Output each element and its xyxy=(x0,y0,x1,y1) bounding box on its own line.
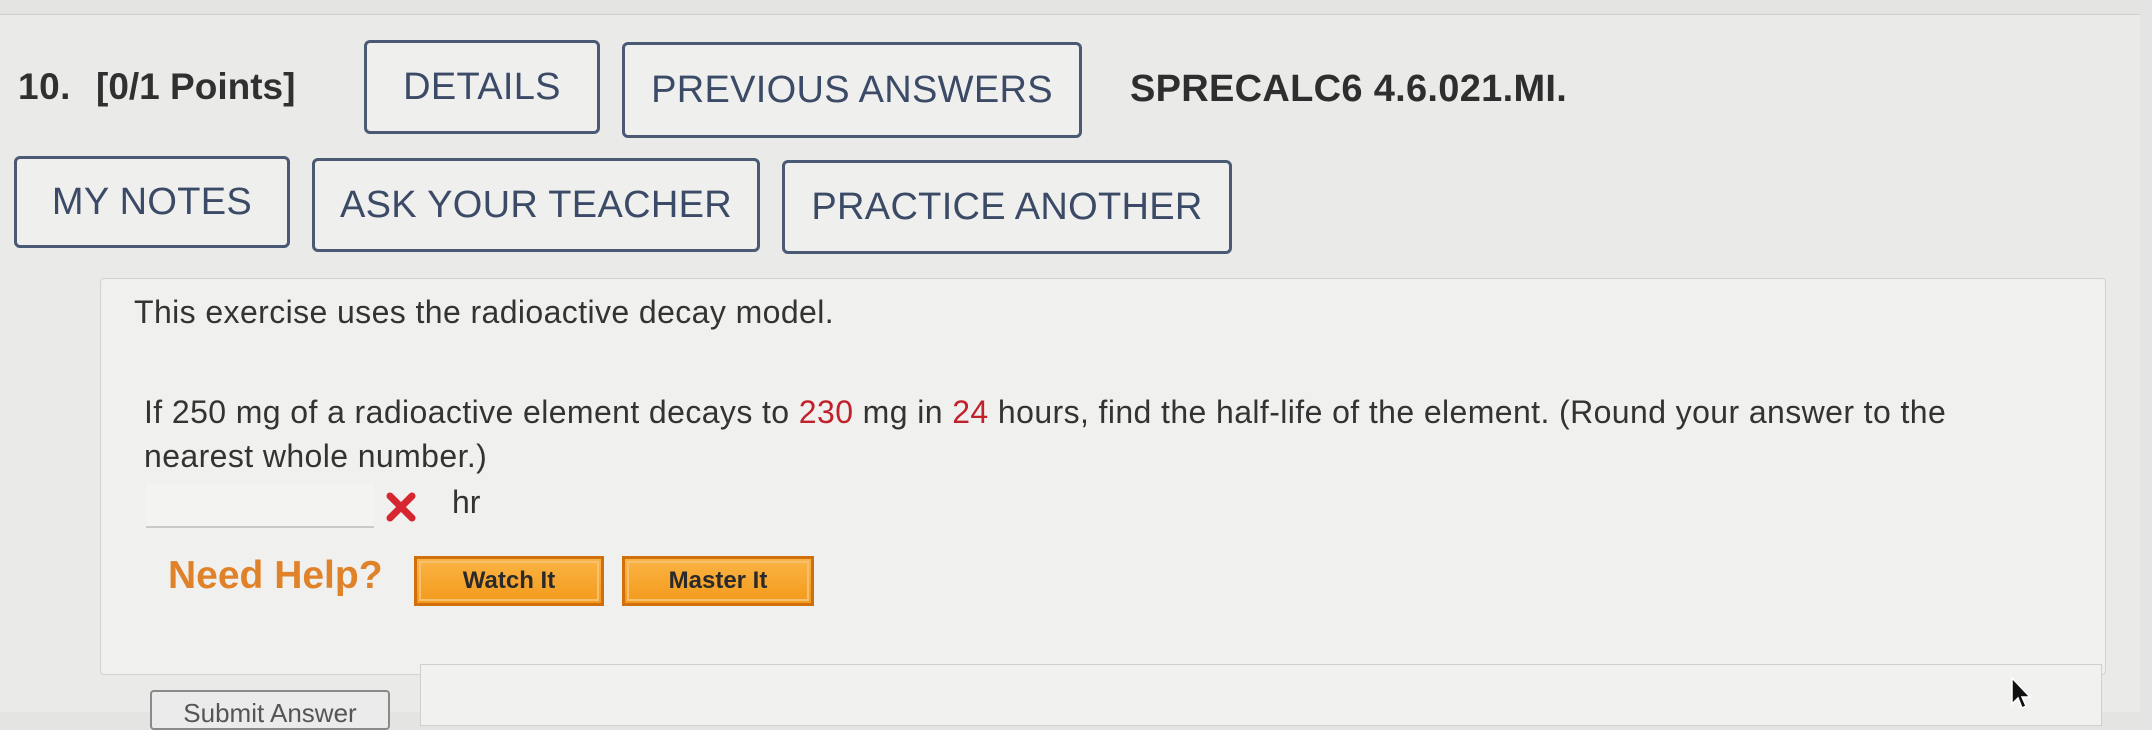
problem-text-part-1: If 250 mg of a radioactive element decay… xyxy=(144,394,799,430)
question-source-code: SPRECALC6 4.6.021.MI. xyxy=(1130,68,1568,110)
problem-text-part-2: mg in xyxy=(853,394,953,430)
practice-another-button[interactable]: PRACTICE ANOTHER xyxy=(782,160,1232,254)
question-number: 10. xyxy=(18,66,71,107)
ask-your-teacher-button[interactable]: ASK YOUR TEACHER xyxy=(312,158,760,252)
problem-value-mass: 230 xyxy=(798,394,854,430)
problem-value-time: 24 xyxy=(952,394,989,430)
answer-area-box xyxy=(420,664,2102,726)
submit-answer-button[interactable]: Submit Answer xyxy=(150,690,390,730)
previous-answers-button[interactable]: PREVIOUS ANSWERS xyxy=(622,42,1082,138)
question-header: 10. [0/1 Points] DETAILS PREVIOUS ANSWER… xyxy=(0,0,2152,278)
details-button[interactable]: DETAILS xyxy=(364,40,600,134)
watch-it-button[interactable]: Watch It xyxy=(414,556,604,606)
master-it-button[interactable]: Master It xyxy=(622,556,814,606)
need-help-label: Need Help? xyxy=(168,554,383,597)
incorrect-x-icon xyxy=(386,492,416,522)
my-notes-button[interactable]: MY NOTES xyxy=(14,156,290,248)
answer-input[interactable] xyxy=(146,484,374,528)
mouse-pointer-icon xyxy=(2011,676,2032,710)
question-points: [0/1 Points] xyxy=(96,66,296,107)
problem-intro: This exercise uses the radioactive decay… xyxy=(134,294,835,330)
answer-unit: hr xyxy=(452,484,481,520)
problem-text: If 250 mg of a radioactive element decay… xyxy=(144,390,2064,478)
